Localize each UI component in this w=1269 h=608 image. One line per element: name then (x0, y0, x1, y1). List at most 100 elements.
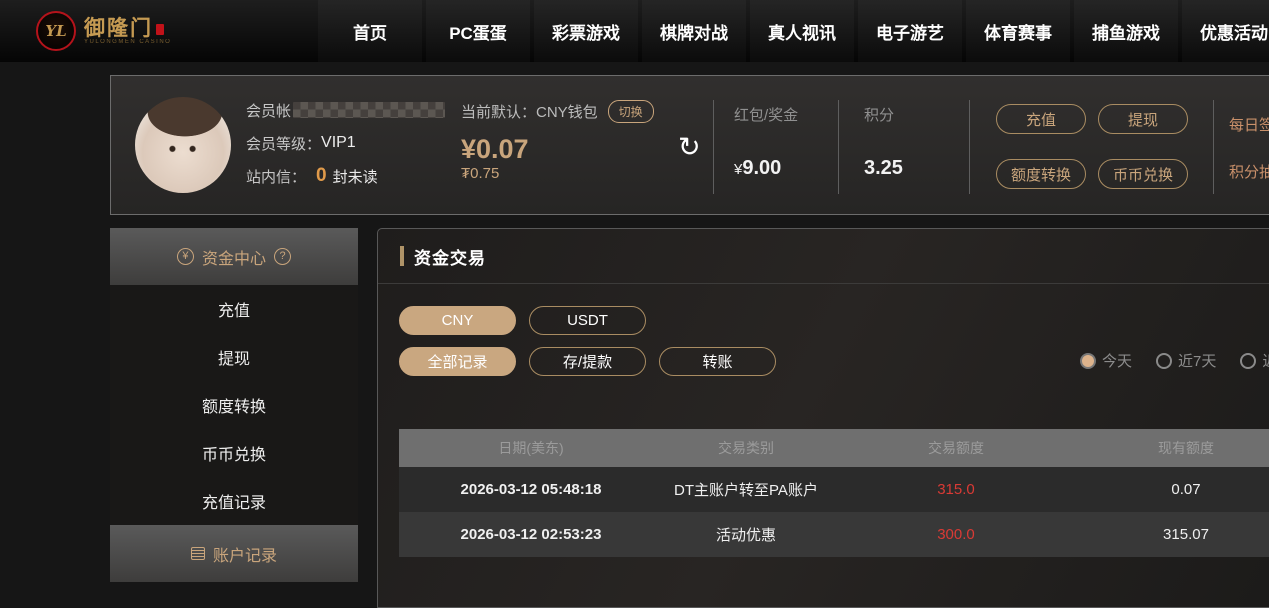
level-value: VIP1 (321, 134, 356, 152)
radio-label: 近15天 (1262, 350, 1269, 371)
table-row: 2026-03-12 02:53:23 活动优惠 300.0 315.07 (399, 512, 1269, 557)
divider (1213, 100, 1214, 194)
wallet-balance: ¥0.07 (461, 135, 654, 163)
date-filter-last15[interactable]: 近15天 (1240, 350, 1269, 371)
date-filter-today[interactable]: 今天 (1080, 350, 1132, 371)
sidebar-item-coin-exchange[interactable]: 币币兑换 (110, 429, 358, 477)
sidebar-section-title: 账户记录 (213, 542, 277, 566)
sidebar-section-funds-center[interactable]: ¥ 资金中心 ? (110, 228, 358, 285)
currency-tab-usdt[interactable]: USDT (529, 306, 646, 335)
dragon-logo-icon: YL (36, 11, 76, 51)
daily-checkin-link[interactable]: 每日签到 (1229, 114, 1269, 135)
bonus-label: 红包/奖金 (734, 104, 798, 125)
col-header-type: 交易类别 (663, 438, 829, 458)
radio-label: 近7天 (1178, 350, 1216, 371)
nav-item-home[interactable]: 首页 (318, 0, 422, 62)
radio-label: 今天 (1102, 350, 1132, 371)
top-navbar: YL 御隆门 YULONGMEN CASINO 首页 PC蛋蛋 彩票游戏 棋牌对… (0, 0, 1269, 62)
sidebar-item-deposit-records[interactable]: 充值记录 (110, 477, 358, 525)
user-avatar[interactable] (135, 97, 231, 193)
main-nav: 首页 PC蛋蛋 彩票游戏 棋牌对战 真人视讯 电子游艺 体育赛事 捕鱼游戏 优惠… (318, 0, 1269, 62)
ledger-icon (191, 547, 205, 560)
wallet-actions: 充值 提现 额度转换 币币兑换 (996, 104, 1216, 189)
cell-date: 2026-03-12 02:53:23 (399, 526, 663, 543)
transactions-table: 日期(美东) 交易类别 交易额度 现有额度 2026-03-12 05:48:1… (399, 429, 1269, 557)
inbox-unread-count: 0 (316, 165, 327, 187)
points-stat: 积分 3.25 (864, 104, 903, 180)
title-accent-bar (400, 246, 404, 266)
date-filter-last7[interactable]: 近7天 (1156, 350, 1216, 371)
sidebar-item-quota-transfer[interactable]: 额度转换 (110, 381, 358, 429)
recharge-button[interactable]: 充值 (996, 104, 1086, 134)
points-label: 积分 (864, 104, 903, 125)
page-title: 资金交易 (414, 244, 486, 269)
nav-item-board-games[interactable]: 棋牌对战 (642, 0, 746, 62)
coin-exchange-button[interactable]: 币币兑换 (1098, 159, 1188, 189)
account-label: 会员帐 (246, 100, 291, 121)
quota-transfer-button[interactable]: 额度转换 (996, 159, 1086, 189)
withdraw-button[interactable]: 提现 (1098, 104, 1188, 134)
sidebar-item-deposit[interactable]: 充值 (110, 285, 358, 333)
date-filter-group: 今天 近7天 近15天 (1080, 350, 1269, 371)
nav-item-promotions[interactable]: 优惠活动 (1182, 0, 1269, 62)
cell-balance: 315.07 (1083, 526, 1269, 543)
col-header-date: 日期(美东) (399, 438, 663, 458)
radio-icon (1240, 353, 1256, 369)
level-label: 会员等级： (246, 133, 321, 154)
nav-item-sports[interactable]: 体育赛事 (966, 0, 1070, 62)
currency-tab-cny[interactable]: CNY (399, 306, 516, 335)
sidebar: ¥ 资金中心 ? 充值 提现 额度转换 币币兑换 充值记录 账户记录 (110, 228, 358, 582)
inbox-label: 站内信： (246, 166, 306, 187)
nav-item-slots[interactable]: 电子游艺 (858, 0, 962, 62)
yen-circle-icon: ¥ (177, 248, 194, 265)
cell-type: 活动优惠 (663, 524, 829, 545)
wallet-usdt-balance: ₮0.75 (461, 165, 654, 182)
divider (713, 100, 714, 194)
logo-seal-icon (156, 24, 164, 35)
member-level-line: 会员等级： VIP1 (246, 133, 445, 153)
wallet-default-label: 当前默认：CNY钱包 (461, 101, 598, 122)
refresh-icon[interactable]: ↻ (678, 134, 701, 161)
sidebar-section-title: 资金中心 (202, 245, 266, 269)
type-tab-all-records[interactable]: 全部记录 (399, 347, 516, 376)
inbox-line[interactable]: 站内信： 0 封未读 (246, 166, 445, 186)
funds-transaction-panel: 资金交易 CNY USDT 全部记录 存/提款 转账 今天 近7天 近15天 日… (377, 228, 1269, 608)
brand-subtitle: YULONGMEN CASINO (84, 39, 171, 45)
nav-item-pc-dandan[interactable]: PC蛋蛋 (426, 0, 530, 62)
nav-item-fishing[interactable]: 捕鱼游戏 (1074, 0, 1178, 62)
cell-type: DT主账户转至PA账户 (663, 479, 829, 500)
user-info-panel: 会员帐 会员等级： VIP1 站内信： 0 封未读 当前默认：CNY钱包 切换 … (110, 75, 1269, 215)
cell-balance: 0.07 (1083, 481, 1269, 498)
wallet-switch-button[interactable]: 切换 (608, 100, 654, 123)
type-tab-deposit-withdraw[interactable]: 存/提款 (529, 347, 646, 376)
site-logo[interactable]: YL 御隆门 YULONGMEN CASINO (36, 11, 171, 51)
table-header-row: 日期(美东) 交易类别 交易额度 现有额度 (399, 429, 1269, 467)
brand-name: 御隆门 (84, 17, 171, 39)
sidebar-item-withdraw[interactable]: 提现 (110, 333, 358, 381)
daily-links: 每日签到 积分抽奖 (1229, 114, 1269, 182)
cell-amount: 300.0 (829, 526, 1083, 543)
points-lottery-link[interactable]: 积分抽奖 (1229, 161, 1269, 182)
divider (838, 100, 839, 194)
nav-item-lottery[interactable]: 彩票游戏 (534, 0, 638, 62)
panel-title-row: 资金交易 (378, 229, 1269, 284)
wallet-summary: 当前默认：CNY钱包 切换 ¥0.07 ₮0.75 (461, 100, 654, 182)
nav-item-live-casino[interactable]: 真人视讯 (750, 0, 854, 62)
col-header-amount: 交易额度 (829, 438, 1083, 458)
table-row: 2026-03-12 05:48:18 DT主账户转至PA账户 315.0 0.… (399, 467, 1269, 512)
inbox-suffix: 封未读 (333, 166, 378, 187)
col-header-balance: 现有额度 (1083, 438, 1269, 458)
divider (969, 100, 970, 194)
type-tab-transfer[interactable]: 转账 (659, 347, 776, 376)
bonus-stat: 红包/奖金 ¥9.00 (734, 104, 798, 180)
points-value: 3.25 (864, 157, 903, 180)
bonus-value: 9.00 (742, 157, 781, 179)
help-circle-icon: ? (274, 248, 291, 265)
sidebar-section-account-records[interactable]: 账户记录 (110, 525, 358, 582)
member-account-line: 会员帐 (246, 100, 445, 120)
radio-icon (1156, 353, 1172, 369)
cell-amount: 315.0 (829, 481, 1083, 498)
member-info: 会员帐 会员等级： VIP1 站内信： 0 封未读 (246, 100, 445, 186)
cell-date: 2026-03-12 05:48:18 (399, 481, 663, 498)
censored-username (293, 102, 445, 118)
